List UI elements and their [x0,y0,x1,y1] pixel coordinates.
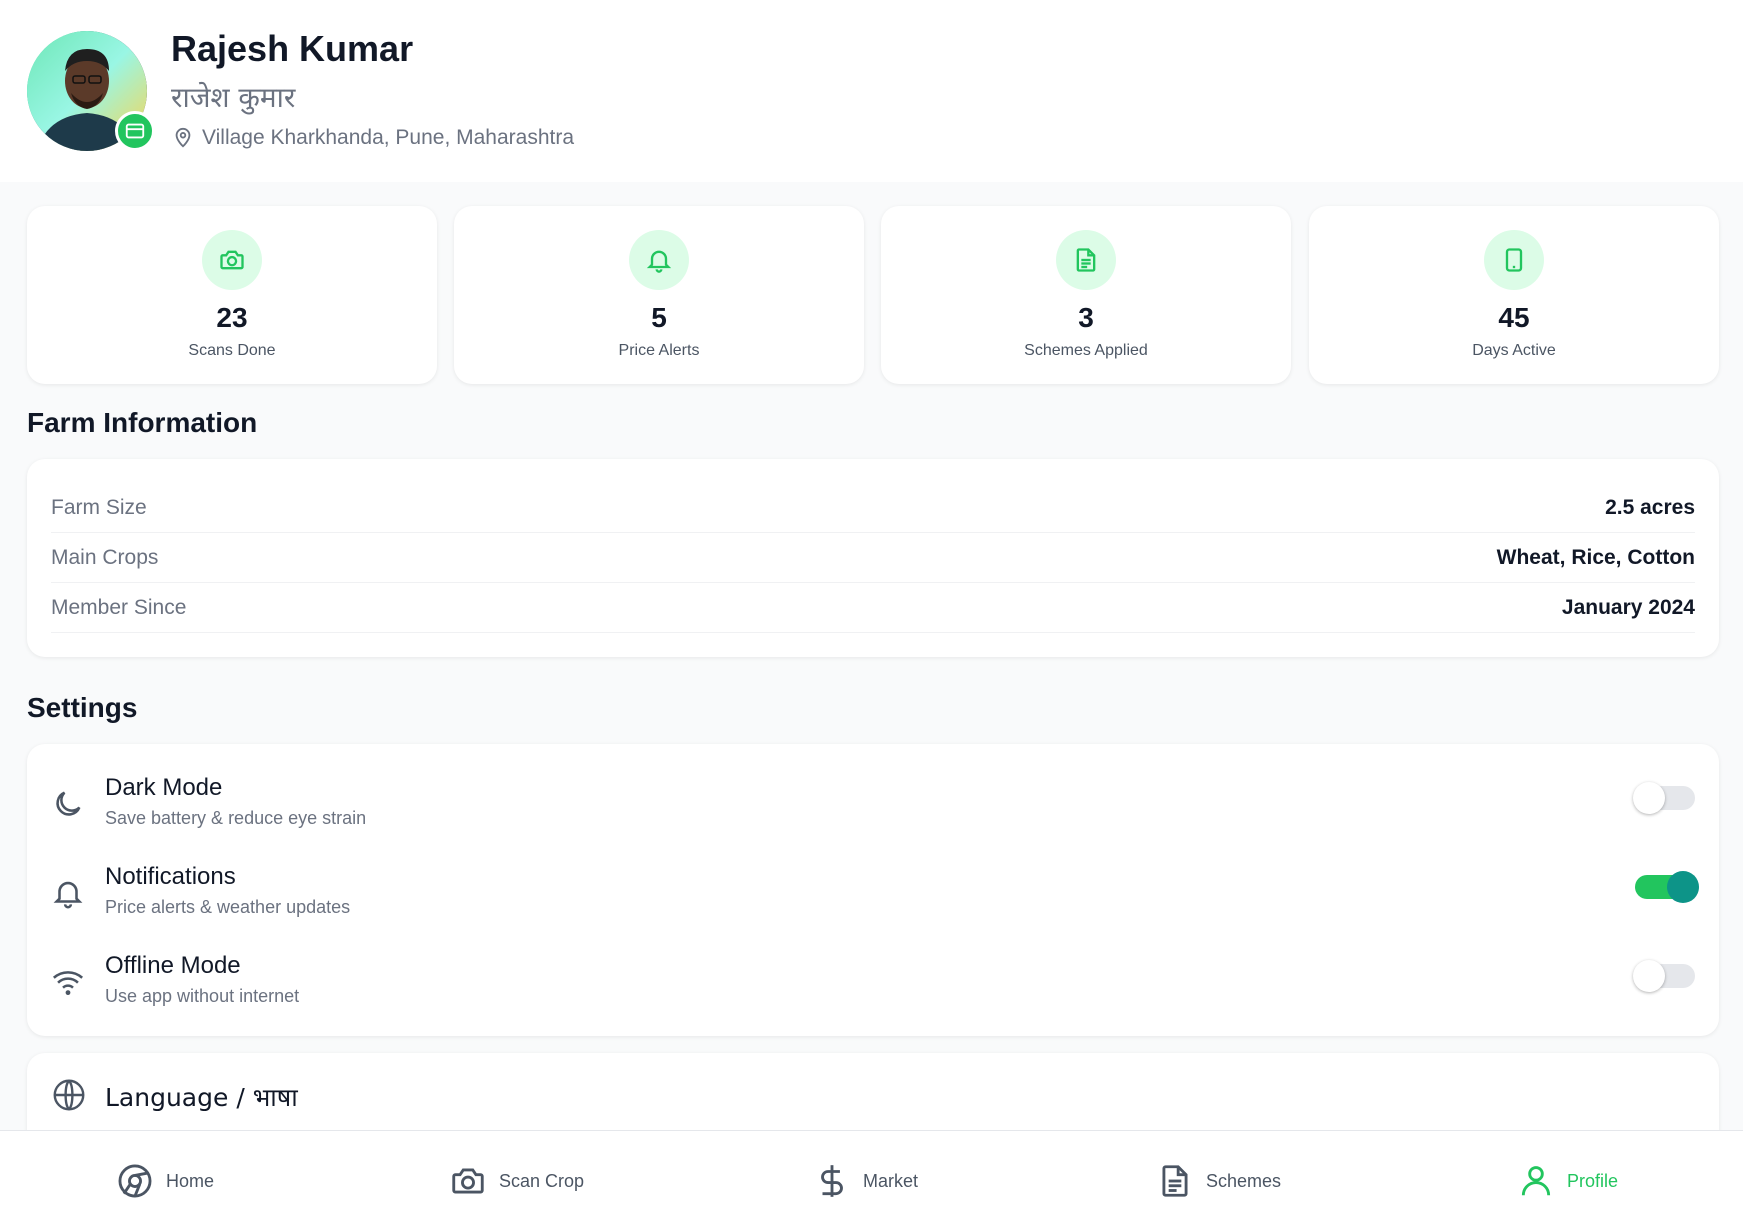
stat-card-schemes[interactable]: 3 Schemes Applied [881,206,1291,384]
avatar-container[interactable] [27,31,155,151]
nav-label: Market [863,1170,919,1191]
profile-name-hindi: राजेश कुमार [171,81,296,114]
profile-location: Village Kharkhanda, Pune, Maharashtra [172,126,574,150]
toggle-knob [1667,871,1699,903]
stat-label: Price Alerts [618,342,700,359]
nav-scan-crop[interactable]: Scan Crop [449,1131,584,1230]
notifications-toggle[interactable] [1635,871,1699,903]
stat-label: Scans Done [188,342,276,359]
bell-icon [53,881,83,909]
profile-header: Rajesh Kumar राजेश कुमार Village Kharkha… [0,0,1743,182]
profile-name: Rajesh Kumar [171,28,414,69]
farm-value: 2.5 acres [1605,495,1695,519]
farm-key: Farm Size [51,495,147,519]
globe-icon [53,1079,85,1111]
stat-label: Days Active [1472,342,1556,359]
farm-key: Main Crops [51,545,159,569]
stat-card-days-active[interactable]: 45 Days Active [1309,206,1719,384]
nav-label: Schemes [1206,1170,1282,1191]
stat-label: Schemes Applied [1024,342,1148,359]
settings-title: Settings [27,692,138,723]
stat-value: 45 [1498,302,1530,333]
user-icon [1521,1166,1551,1196]
toggle-knob [1633,960,1665,992]
farm-value: Wheat, Rice, Cotton [1496,545,1695,569]
document-icon [1162,1165,1188,1197]
nav-label: Profile [1567,1170,1619,1191]
document-icon [1056,230,1116,290]
bell-icon [629,230,689,290]
settings-card: Dark Mode Save battery & reduce eye stra… [27,744,1719,1036]
farm-info-title: Farm Information [27,407,258,438]
nav-label: Scan Crop [499,1170,585,1191]
setting-subtitle: Price alerts & weather updates [105,897,351,917]
setting-dark-mode: Dark Mode Save battery & reduce eye stra… [51,774,1695,844]
farm-row-member-since: Member Since January 2024 [51,583,1695,633]
setting-title: Notifications [105,863,236,890]
phone-icon [1484,230,1544,290]
farm-info-card: Farm Size 2.5 acres Main Crops Wheat, Ri… [27,459,1719,657]
location-text: Village Kharkhanda, Pune, Maharashtra [202,126,575,149]
farm-key: Member Since [51,595,187,619]
id-card-badge-icon [115,111,155,151]
nav-market[interactable]: Market [813,1131,918,1230]
dark-mode-toggle[interactable] [1633,782,1695,814]
setting-title: Dark Mode [105,774,223,801]
stat-card-scans[interactable]: 23 Scans Done [27,206,437,384]
stats-row: 23 Scans Done 5 Price Alerts 3 Schemes A… [27,206,1719,384]
camera-icon [202,230,262,290]
stat-card-price-alerts[interactable]: 5 Price Alerts [454,206,864,384]
setting-title: Offline Mode [105,952,241,979]
farm-row-size: Farm Size 2.5 acres [51,483,1695,533]
nav-profile[interactable]: Profile [1517,1131,1618,1230]
map-pin-icon [175,127,191,148]
setting-subtitle: Save battery & reduce eye strain [105,808,367,828]
offline-mode-toggle[interactable] [1633,960,1695,992]
moon-icon [56,791,81,816]
setting-notifications: Notifications Price alerts & weather upd… [51,863,1699,933]
stat-value: 5 [651,302,667,333]
bottom-nav: Home Scan Crop Market Schemes Profile [0,1130,1743,1230]
wifi-icon [52,971,84,996]
language-label: Language / भाषा [105,1083,298,1112]
nav-home[interactable]: Home [116,1131,214,1230]
camera-icon [452,1168,484,1194]
farm-value: January 2024 [1561,595,1695,619]
stat-value: 3 [1078,302,1094,333]
home-icon [118,1164,152,1198]
setting-subtitle: Use app without internet [105,986,300,1006]
nav-label: Home [166,1170,215,1191]
toggle-knob [1633,782,1665,814]
farm-row-crops: Main Crops Wheat, Rice, Cotton [51,533,1695,583]
stat-value: 23 [216,302,248,333]
dollar-icon [821,1165,843,1197]
nav-schemes[interactable]: Schemes [1156,1131,1281,1230]
setting-offline-mode: Offline Mode Use app without internet [51,952,1695,1022]
